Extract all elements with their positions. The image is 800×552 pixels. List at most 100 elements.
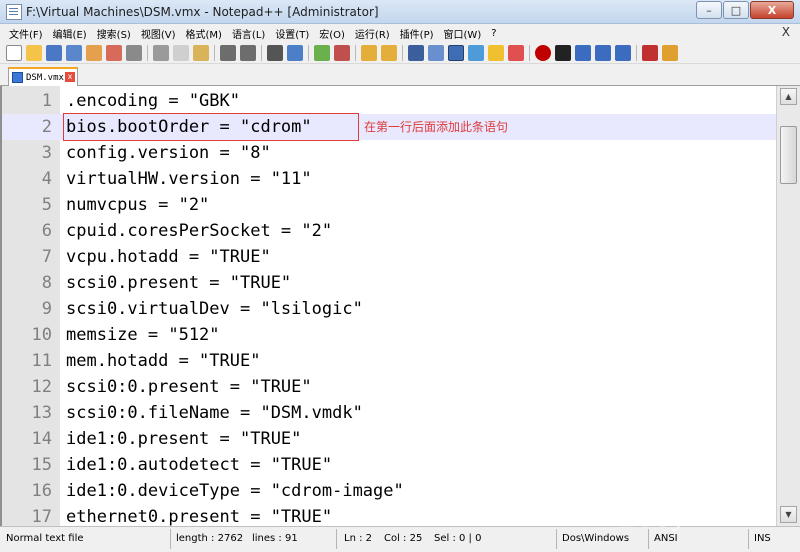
line-text[interactable]: .encoding = "GBK" <box>66 88 240 114</box>
line-text[interactable]: ide1:0.deviceType = "cdrom-image" <box>66 478 404 504</box>
undo-icon[interactable] <box>220 44 236 61</box>
show-all-chars-icon[interactable] <box>428 44 444 61</box>
code-line: 12 scsi0:0.present = "TRUE" <box>2 374 776 400</box>
status-col: Col : 25 <box>384 533 423 544</box>
line-text[interactable]: memsize = "512" <box>66 322 220 348</box>
menu-view[interactable]: 视图(V) <box>136 26 181 41</box>
line-number: 5 <box>41 195 52 215</box>
close-window-button[interactable]: X <box>750 1 794 19</box>
redo-icon[interactable] <box>240 44 256 61</box>
spell-settings-icon[interactable] <box>662 44 678 61</box>
maximize-button[interactable]: □ <box>723 1 749 19</box>
word-wrap-icon[interactable] <box>408 44 424 61</box>
menu-plugins[interactable]: 插件(P) <box>395 26 439 41</box>
code-line: 8 scsi0.present = "TRUE" <box>2 270 776 296</box>
zoom-in-icon[interactable] <box>314 44 330 61</box>
scroll-down-icon[interactable]: ▼ <box>780 506 797 523</box>
new-file-icon[interactable] <box>6 44 22 61</box>
menu-format[interactable]: 格式(M) <box>181 26 227 41</box>
close-all-icon[interactable] <box>106 44 122 61</box>
scrollbar-thumb[interactable] <box>780 126 797 184</box>
play-macro-icon[interactable] <box>575 44 591 61</box>
line-text[interactable]: vcpu.hotadd = "TRUE" <box>66 244 271 270</box>
stop-macro-icon[interactable] <box>555 44 571 61</box>
toolbar-separator <box>355 44 356 61</box>
code-line: 15 ide1:0.autodetect = "TRUE" <box>2 452 776 478</box>
menu-search[interactable]: 搜索(S) <box>92 26 136 41</box>
tab-close-icon[interactable]: x <box>65 72 75 82</box>
sync-horizontal-icon[interactable] <box>381 44 397 61</box>
line-number: 15 <box>31 455 52 475</box>
menu-settings[interactable]: 设置(T) <box>270 26 314 41</box>
line-text[interactable]: scsi0.present = "TRUE" <box>66 270 291 296</box>
menu-run[interactable]: 运行(R) <box>350 26 395 41</box>
menu-bar: 文件(F) 编辑(E) 搜索(S) 视图(V) 格式(M) 语言(L) 设置(T… <box>0 24 800 42</box>
tab-label: DSM.vmx <box>26 72 64 83</box>
tab-bar: DSM.vmx x <box>0 64 800 86</box>
toolbar-separator <box>636 44 637 61</box>
code-line: 1 .encoding = "GBK" <box>2 88 776 114</box>
sync-vertical-icon[interactable] <box>361 44 377 61</box>
line-text[interactable]: ide1:0.autodetect = "TRUE" <box>66 452 332 478</box>
annotation-note: 在第一行后面添加此条语句 <box>364 120 509 134</box>
line-text[interactable]: mem.hotadd = "TRUE" <box>66 348 260 374</box>
line-text[interactable]: numvcpus = "2" <box>66 192 209 218</box>
menu-file[interactable]: 文件(F) <box>4 26 48 41</box>
status-sel: Sel : 0 | 0 <box>434 533 482 544</box>
line-number: 11 <box>31 351 52 371</box>
toolbar-separator <box>147 44 148 61</box>
status-insert-mode: INS <box>754 533 771 544</box>
line-text[interactable]: ide1:0.present = "TRUE" <box>66 426 301 452</box>
minimize-button[interactable]: – <box>696 1 722 19</box>
print-icon[interactable] <box>126 44 142 61</box>
menu-language[interactable]: 语言(L) <box>227 26 270 41</box>
menu-edit[interactable]: 编辑(E) <box>48 26 92 41</box>
indent-guide-icon[interactable] <box>448 44 464 61</box>
menu-help[interactable]: ? <box>486 28 501 39</box>
zoom-out-icon[interactable] <box>334 44 350 61</box>
save-all-icon[interactable] <box>66 44 82 61</box>
toolbar-separator <box>402 44 403 61</box>
tab-dsm-vmx[interactable]: DSM.vmx x <box>8 67 78 86</box>
code-line: 10 memsize = "512" <box>2 322 776 348</box>
open-folder-icon[interactable] <box>26 44 42 61</box>
title-bar: F:\Virtual Machines\DSM.vmx - Notepad++ … <box>0 0 800 24</box>
find-icon[interactable] <box>267 44 283 61</box>
code-line: 7 vcpu.hotadd = "TRUE" <box>2 244 776 270</box>
toolbar-separator <box>529 44 530 61</box>
replace-icon[interactable] <box>287 44 303 61</box>
code-line: 6 cpuid.coresPerSocket = "2" <box>2 218 776 244</box>
line-text[interactable]: cpuid.coresPerSocket = "2" <box>66 218 332 244</box>
save-icon[interactable] <box>46 44 62 61</box>
close-file-icon[interactable] <box>86 44 102 61</box>
menu-macro[interactable]: 宏(O) <box>314 26 350 41</box>
annotation-highlight-box <box>63 113 359 141</box>
line-text[interactable]: virtualHW.version = "11" <box>66 166 312 192</box>
save-macro-icon[interactable] <box>615 44 631 61</box>
close-document-button[interactable]: X <box>782 25 790 39</box>
line-number: 1 <box>41 91 52 111</box>
cut-icon[interactable] <box>153 44 169 61</box>
toolbar <box>0 42 800 64</box>
spell-check-icon[interactable] <box>642 44 658 61</box>
line-text[interactable]: scsi0:0.present = "TRUE" <box>66 374 312 400</box>
paste-icon[interactable] <box>193 44 209 61</box>
scroll-up-icon[interactable]: ▲ <box>780 88 797 105</box>
line-text[interactable]: ethernet0.present = "TRUE" <box>66 504 332 526</box>
line-number: 9 <box>41 299 52 319</box>
copy-icon[interactable] <box>173 44 189 61</box>
document-map-icon[interactable] <box>468 44 484 61</box>
line-text[interactable]: scsi0.virtualDev = "lsilogic" <box>66 296 363 322</box>
code-line: 17 ethernet0.present = "TRUE" <box>2 504 776 526</box>
menu-window[interactable]: 窗口(W) <box>439 26 487 41</box>
run-macro-multiple-icon[interactable] <box>595 44 611 61</box>
editor-area[interactable]: 1 .encoding = "GBK" 2 bios.bootOrder = "… <box>0 86 776 526</box>
folder-workspace-icon[interactable] <box>508 44 524 61</box>
line-number: 17 <box>31 507 52 526</box>
line-text[interactable]: scsi0:0.fileName = "DSM.vmdk" <box>66 400 363 426</box>
save-state-icon <box>12 72 23 83</box>
line-text[interactable]: config.version = "8" <box>66 140 271 166</box>
record-macro-icon[interactable] <box>535 44 551 61</box>
function-list-icon[interactable] <box>488 44 504 61</box>
vertical-scrollbar[interactable]: ▲ ▼ <box>776 86 800 526</box>
